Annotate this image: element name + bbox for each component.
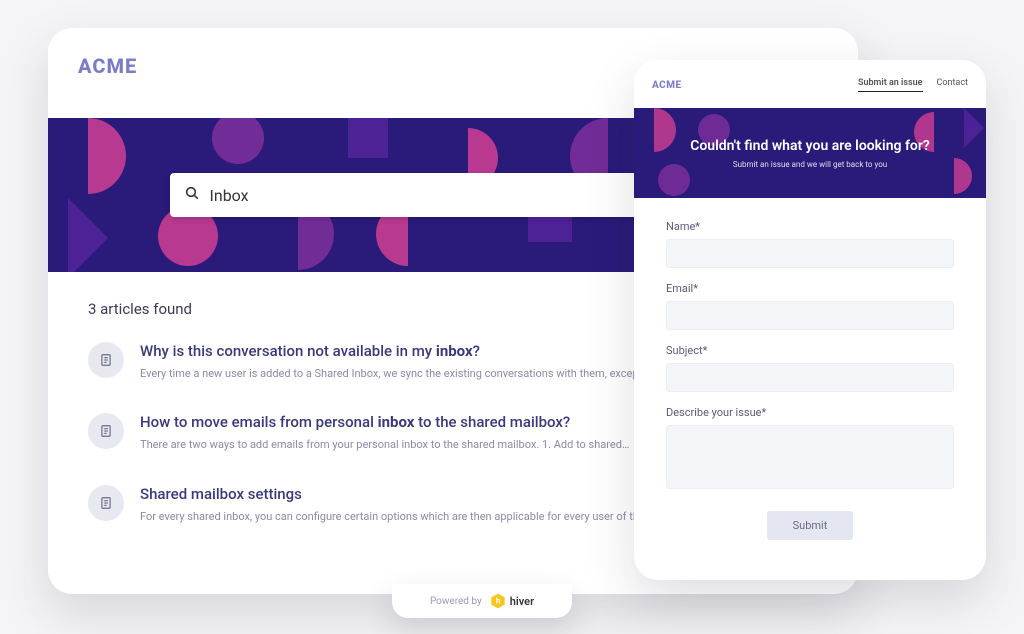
label-subject: Subject* (666, 344, 954, 357)
input-email[interactable] (666, 301, 954, 330)
submit-issue-card: ACME Submit an issue Contact Couldn't fi… (634, 60, 986, 580)
form-hero-sub: Submit an issue and we will get back to … (733, 160, 887, 169)
result-snippet: For every shared inbox, you can configur… (140, 509, 649, 524)
hiver-brand-text: hiver (510, 595, 534, 608)
submit-button[interactable]: Submit (767, 511, 854, 540)
input-name[interactable] (666, 239, 954, 268)
input-subject[interactable] (666, 363, 954, 392)
result-title: How to move emails from personal inbox t… (140, 413, 629, 431)
form-topbar: ACME Submit an issue Contact (652, 78, 968, 92)
result-title: Why is this conversation not available i… (140, 342, 650, 360)
powered-by-badge: Powered by h hiver (392, 584, 572, 618)
powered-by-text: Powered by (430, 596, 482, 607)
form-nav: Submit an issue Contact (858, 78, 968, 92)
hiver-logo-icon: h (490, 593, 506, 609)
input-describe[interactable] (666, 425, 954, 489)
search-icon (184, 185, 200, 205)
svg-text:h: h (495, 597, 500, 606)
article-icon (88, 413, 124, 449)
label-email: Email* (666, 282, 954, 295)
result-snippet: Every time a new user is added to a Shar… (140, 366, 650, 381)
nav-contact[interactable]: Contact (937, 78, 968, 92)
brand-logo: ACME (78, 54, 137, 78)
label-describe: Describe your issue* (666, 406, 954, 419)
brand-logo-small: ACME (652, 80, 682, 91)
hiver-brand[interactable]: h hiver (490, 593, 534, 609)
form-hero: Couldn't find what you are looking for? … (634, 108, 986, 198)
article-icon (88, 485, 124, 521)
form-hero-title: Couldn't find what you are looking for? (690, 138, 930, 154)
nav-submit-issue[interactable]: Submit an issue (858, 78, 923, 92)
result-snippet: There are two ways to add emails from yo… (140, 437, 629, 452)
article-icon (88, 342, 124, 378)
result-title: Shared mailbox settings (140, 485, 649, 503)
issue-form: Name* Email* Subject* Describe your issu… (666, 220, 954, 540)
label-name: Name* (666, 220, 954, 233)
